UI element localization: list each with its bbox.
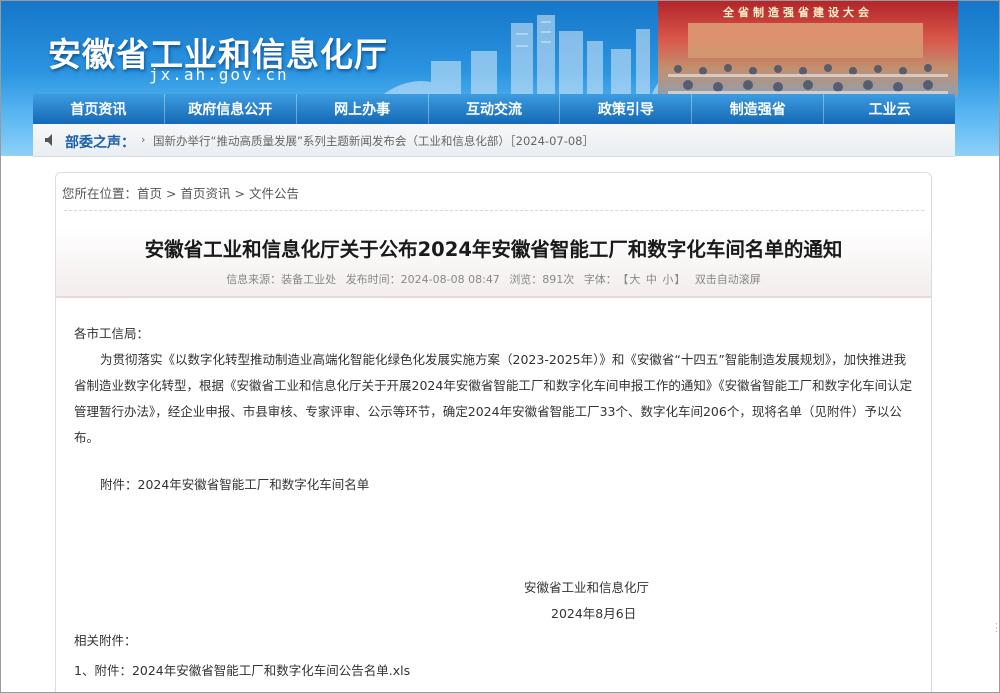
meta-source: 信息来源：装备工业处 bbox=[226, 273, 337, 286]
nav-item-industrial-cloud[interactable]: 工业云 bbox=[824, 94, 955, 124]
article-salutation: 各市工信局： bbox=[74, 326, 150, 341]
article-container: 您所在位置：首页 > 首页资讯 > 文件公告 安徽省工业和信息化厅关于公布2024年安徽… bbox=[55, 172, 932, 692]
breadcrumb-file-notices[interactable]: 文件公告 bbox=[249, 186, 299, 201]
font-size-controls: 【大 中 小】 bbox=[622, 273, 686, 286]
signature-date: 2024年8月6日 bbox=[551, 606, 637, 621]
main-navigation: 首页资讯 政府信息公开 网上办事 互动交流 政策引导 制造强省 工业云 bbox=[33, 94, 955, 124]
conference-banner-image[interactable]: 全省制造强省建设大会 bbox=[658, 1, 958, 97]
font-medium-button[interactable]: 中 bbox=[646, 273, 657, 286]
breadcrumb-prefix: 您所在位置： bbox=[62, 186, 138, 201]
breadcrumb-separator: > bbox=[166, 186, 177, 201]
signature-organization: 安徽省工业和信息化厅 bbox=[524, 580, 650, 595]
article-attachment-note: 附件：2024年安徽省智能工厂和数字化车间名单 bbox=[100, 477, 370, 492]
breadcrumb-home-news[interactable]: 首页资讯 bbox=[181, 186, 231, 201]
article-meta: 信息来源：装备工业处 发布时间：2024-08-08 08:47 浏览：891次… bbox=[56, 271, 931, 287]
nav-item-gov-info[interactable]: 政府信息公开 bbox=[165, 94, 297, 124]
conference-caption: 全省制造强省建设大会 bbox=[723, 6, 873, 19]
browser-viewport: 安徽省工业和信息化厅 jx.ah.gov.cn 全省制造强省建设大会 首页资讯 … bbox=[0, 0, 1000, 693]
font-large-button[interactable]: 大 bbox=[629, 273, 640, 286]
breadcrumb-home[interactable]: 首页 bbox=[137, 186, 162, 201]
ticker-arrow-icon: › bbox=[141, 133, 146, 146]
news-ticker: 部委之声： › 国新办举行“推动高质量发展”系列主题新闻发布会（工业和信息化部）… bbox=[33, 124, 955, 157]
meta-published-time: 发布时间：2024-08-08 08:47 bbox=[345, 273, 500, 286]
ticker-label: 部委之声： bbox=[65, 135, 135, 151]
floating-side-widget[interactable]: ⋮ bbox=[991, 621, 999, 635]
related-attachment-link[interactable]: 1、附件：2024年安徽省智能工厂和数字化车间公告名单.xls bbox=[74, 660, 410, 679]
breadcrumb: 您所在位置：首页 > 首页资讯 > 文件公告 bbox=[62, 183, 299, 202]
meta-font-label: 字体： bbox=[583, 273, 617, 286]
nav-item-manufacturing[interactable]: 制造强省 bbox=[692, 94, 825, 124]
auto-scroll-toggle[interactable]: 双击自动滚屏 bbox=[695, 273, 761, 286]
meta-divider bbox=[56, 296, 931, 298]
article-body: 各市工信局： 为贯彻落实《以数字化转型推动制造业高端化智能化绿色化发展实施方案（… bbox=[74, 321, 914, 451]
nav-item-online-services[interactable]: 网上办事 bbox=[297, 94, 429, 124]
article-title: 安徽省工业和信息化厅关于公布2024年安徽省智能工厂和数字化车间名单的通知 bbox=[144, 238, 843, 261]
conference-audience-illustration bbox=[668, 64, 948, 94]
ticker-news-link[interactable]: 国新办举行“推动高质量发展”系列主题新闻发布会（工业和信息化部）［2024-07… bbox=[153, 133, 594, 149]
font-small-button[interactable]: 小 bbox=[662, 273, 673, 286]
nav-item-policy-guide[interactable]: 政策引导 bbox=[560, 94, 693, 124]
article-paragraph: 为贯彻落实《以数字化转型推动制造业高端化智能化绿色化发展实施方案（2023-20… bbox=[74, 352, 913, 445]
nav-item-home-news[interactable]: 首页资讯 bbox=[33, 94, 165, 124]
breadcrumb-divider bbox=[64, 210, 924, 211]
breadcrumb-separator: > bbox=[234, 186, 246, 201]
speaker-icon bbox=[45, 134, 52, 146]
meta-views: 浏览：891次 bbox=[509, 273, 575, 286]
related-attachments-label: 相关附件： bbox=[74, 633, 137, 648]
conference-stage bbox=[688, 23, 923, 58]
site-domain: jx.ah.gov.cn bbox=[149, 65, 289, 84]
nav-item-interaction[interactable]: 互动交流 bbox=[429, 94, 561, 124]
